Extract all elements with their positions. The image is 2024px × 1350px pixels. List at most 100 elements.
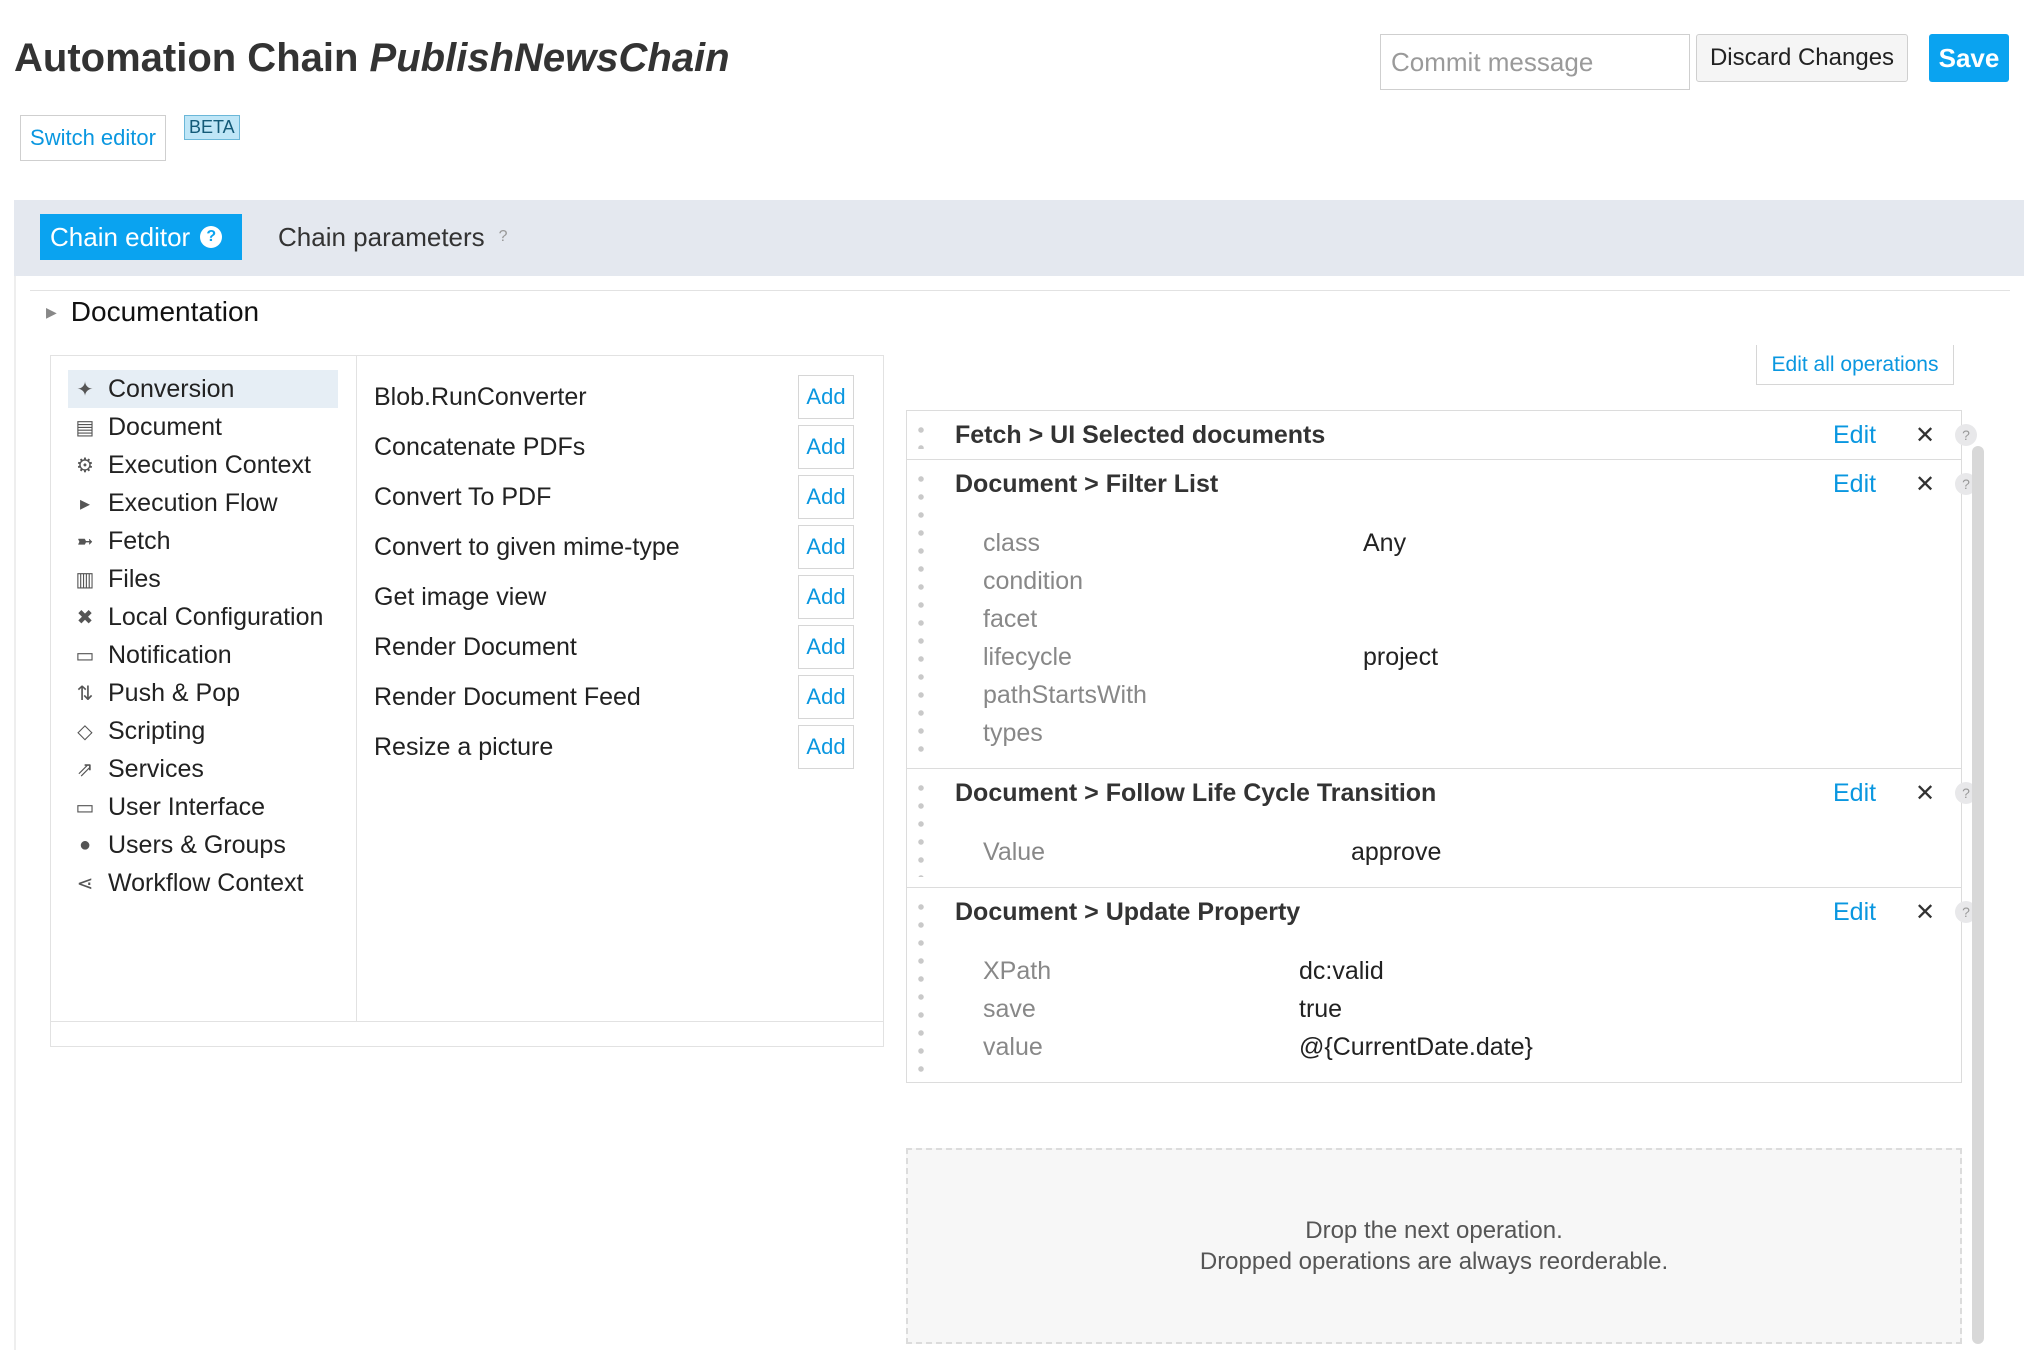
- category-item[interactable]: ▭ User Interface: [68, 788, 338, 826]
- play-circle-icon: ▸: [79, 492, 91, 515]
- operation-item: Get image view Add: [374, 572, 854, 622]
- document-icon: ▤: [75, 416, 95, 439]
- parameter-name: save: [983, 994, 1036, 1023]
- parameter-row: XPath dc:valid: [983, 952, 1961, 990]
- category-label: Local Configuration: [108, 602, 324, 631]
- add-button[interactable]: Add: [798, 725, 854, 769]
- category-label: Files: [108, 564, 161, 593]
- parameter-value: true: [1299, 994, 1343, 1023]
- category-item[interactable]: ◇ Scripting: [68, 712, 338, 750]
- script-icon: ◇: [77, 720, 93, 743]
- chain-operation[interactable]: Fetch > UI Selected documents Edit ✕?: [906, 410, 1977, 459]
- close-icon[interactable]: ✕: [1915, 779, 1935, 808]
- parameter-row: lifecycle project: [983, 638, 1961, 676]
- tools-icon: ✖: [76, 606, 94, 629]
- beta-badge: BETA: [184, 115, 240, 140]
- documentation-toggle[interactable]: ▶ Documentation: [46, 296, 259, 328]
- help-icon[interactable]: ?: [1955, 424, 1977, 446]
- operation-item: Convert to given mime-type Add: [374, 522, 854, 572]
- close-icon[interactable]: ✕: [1915, 470, 1935, 499]
- edit-button[interactable]: Edit: [1833, 898, 1876, 927]
- divider: [30, 290, 2010, 291]
- category-item[interactable]: ▥ Files: [68, 560, 338, 598]
- discard-changes-button[interactable]: Discard Changes: [1696, 34, 1908, 82]
- edit-button[interactable]: Edit: [1833, 779, 1876, 808]
- close-icon[interactable]: ✕: [1915, 421, 1935, 450]
- edit-all-operations-button[interactable]: Edit all operations: [1756, 345, 1954, 385]
- category-label: Execution Context: [108, 450, 311, 479]
- scrollbar[interactable]: [1972, 446, 1984, 1344]
- tab-chain-parameters[interactable]: Chain parameters ?: [278, 214, 508, 260]
- drop-zone-line1: Drop the next operation.: [1305, 1217, 1563, 1244]
- parameter-value: @{CurrentDate.date}: [1299, 1032, 1533, 1061]
- add-button[interactable]: Add: [798, 425, 854, 469]
- operation-item: Blob.RunConverter Add: [374, 372, 854, 422]
- tab-chain-editor[interactable]: Chain editor ?: [40, 214, 242, 260]
- chain-operation[interactable]: Document > Filter List Edit ✕? class Any cond…: [906, 459, 1977, 768]
- drag-handle-icon[interactable]: [917, 470, 925, 758]
- category-item[interactable]: ▸ Execution Flow: [68, 484, 338, 522]
- category-label: Notification: [108, 640, 232, 669]
- add-button[interactable]: Add: [798, 375, 854, 419]
- category-label: Services: [108, 754, 204, 783]
- category-item[interactable]: ✦ Conversion: [68, 370, 338, 408]
- chain-operation-title: Document > Update Property: [955, 897, 1301, 926]
- close-icon[interactable]: ✕: [1915, 898, 1935, 927]
- help-icon[interactable]: ?: [200, 226, 223, 248]
- chain-operation-header: Document > Follow Life Cycle Transition E…: [955, 769, 1977, 817]
- add-button[interactable]: Add: [798, 475, 854, 519]
- operation-label: Convert to given mime-type: [374, 532, 680, 561]
- category-item[interactable]: ▤ Document: [68, 408, 338, 446]
- edit-button[interactable]: Edit: [1833, 470, 1876, 499]
- chain-operation[interactable]: Document > Follow Life Cycle Transition E…: [906, 768, 1977, 887]
- category-label: User Interface: [108, 792, 266, 821]
- save-button[interactable]: Save: [1929, 34, 2009, 82]
- parameter-name: XPath: [983, 956, 1052, 985]
- fetch-arrow-icon: ➼: [76, 530, 94, 553]
- category-item[interactable]: ⇗ Services: [68, 750, 338, 788]
- magic-wand-icon: ✦: [76, 378, 94, 401]
- category-item[interactable]: ⚙ Execution Context: [68, 446, 338, 484]
- parameter-row: Value approve: [983, 833, 1961, 871]
- tab-chain-editor-label: Chain editor: [50, 221, 191, 252]
- category-item[interactable]: ▭ Notification: [68, 636, 338, 674]
- parameter-value: dc:valid: [1299, 956, 1384, 985]
- chain-operation-title: Document > Filter List: [955, 469, 1219, 498]
- chain-operation[interactable]: Document > Update Property Edit ✕? XPath dc:…: [906, 887, 1977, 1083]
- category-item[interactable]: ⋖ Workflow Context: [68, 864, 338, 902]
- drag-handle-icon[interactable]: [917, 421, 925, 449]
- parameter-list: XPath dc:valid save true value @{CurrentDate.…: [955, 936, 1961, 1082]
- category-label: Fetch: [108, 526, 171, 555]
- operation-label: Concatenate PDFs: [374, 432, 586, 461]
- add-button[interactable]: Add: [798, 625, 854, 669]
- add-button[interactable]: Add: [798, 575, 854, 619]
- chain-operation-header: Document > Filter List Edit ✕?: [955, 460, 1977, 508]
- switch-editor-button[interactable]: Switch editor: [20, 115, 166, 161]
- drag-handle-icon[interactable]: [917, 779, 925, 877]
- parameter-name: pathStartsWith: [983, 680, 1147, 709]
- operation-item: Render Document Add: [374, 622, 854, 672]
- parameter-name: condition: [983, 566, 1084, 595]
- drop-zone-line2: Dropped operations are always reorderabl…: [1199, 1248, 1669, 1275]
- push-pop-icon: ⇅: [76, 682, 94, 705]
- add-button[interactable]: Add: [798, 675, 854, 719]
- chain-operation-header: Fetch > UI Selected documents Edit ✕?: [955, 411, 1977, 459]
- help-icon[interactable]: ?: [499, 228, 508, 246]
- speech-bubble-icon: ▭: [75, 644, 95, 667]
- category-item[interactable]: ➼ Fetch: [68, 522, 338, 560]
- category-label: Workflow Context: [108, 868, 304, 897]
- workflow-icon: ⋖: [76, 872, 94, 895]
- drop-zone[interactable]: Drop the next operation. Dropped operati…: [906, 1148, 1962, 1344]
- drag-handle-icon[interactable]: [917, 898, 925, 1072]
- add-button[interactable]: Add: [798, 525, 854, 569]
- parameter-value: Any: [1363, 528, 1407, 557]
- category-item[interactable]: ✖ Local Configuration: [68, 598, 338, 636]
- operation-list: Blob.RunConverter Add Concatenate PDFs Add C…: [374, 372, 854, 772]
- parameter-row: class Any: [983, 524, 1961, 562]
- category-item[interactable]: ● Users & Groups: [68, 826, 338, 864]
- parameter-row: save true: [983, 990, 1961, 1028]
- commit-message-input[interactable]: [1380, 34, 1690, 90]
- parameter-list: Value approve: [955, 817, 1961, 887]
- category-item[interactable]: ⇅ Push & Pop: [68, 674, 338, 712]
- edit-button[interactable]: Edit: [1833, 421, 1876, 450]
